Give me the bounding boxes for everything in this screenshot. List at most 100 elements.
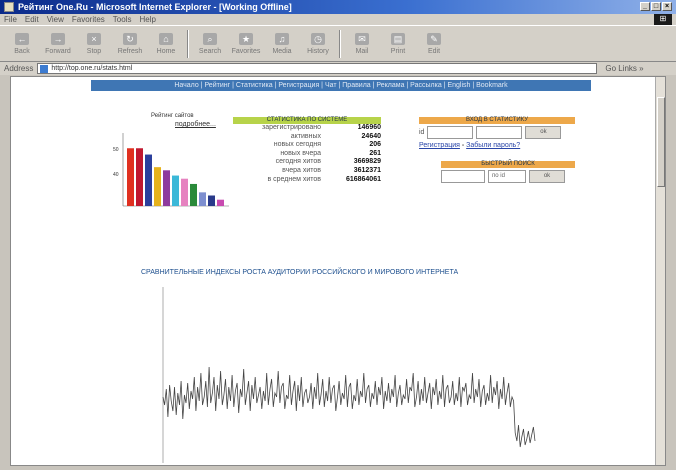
browser-toolbar: ← Back → Forward × Stop ↻ Refresh ⌂ Home ⌕ Sea… <box>0 25 676 62</box>
forward-arrow-icon: → <box>51 32 65 45</box>
menu-edit[interactable]: Edit <box>25 15 39 24</box>
home-label: Home <box>156 47 176 55</box>
mini-chart-title[interactable]: Рейтинг сайтов <box>151 113 194 119</box>
address-label: Address <box>4 64 34 73</box>
login-row: id ok <box>419 126 575 139</box>
home-button[interactable]: ⌂ Home <box>148 28 184 60</box>
forward-button[interactable]: → Forward <box>40 28 76 60</box>
mini-chart-bar <box>217 199 224 206</box>
mini-chart-bar <box>163 170 170 206</box>
history-icon: ◷ <box>311 32 325 45</box>
history-button[interactable]: ◷ History <box>300 28 336 60</box>
quick-search-input[interactable] <box>441 170 485 183</box>
go-button[interactable]: Go Links » <box>605 64 643 73</box>
quick-search-header: БЫСТРЫЙ ПОИСК <box>441 161 575 168</box>
toolbar-separator <box>187 29 189 58</box>
register-link[interactable]: Регистрация <box>419 142 460 149</box>
stats-header: СТАТИСТИКА ПО СИСТЕМЕ <box>233 117 381 124</box>
ie-app-icon <box>4 2 14 12</box>
search-icon: ⌕ <box>203 32 217 45</box>
address-url: http://top.one.ru/stats.html <box>51 65 133 72</box>
stat-value: 3669829 <box>353 158 381 166</box>
window-title: Рейтинг One.Ru - Microsoft Internet Expl… <box>18 2 292 12</box>
close-button[interactable]: × <box>662 2 672 11</box>
window-titlebar: Рейтинг One.Ru - Microsoft Internet Expl… <box>0 0 676 14</box>
refresh-icon: ↻ <box>123 32 137 45</box>
mini-chart-bar <box>136 148 143 206</box>
stat-label: новых вчера <box>280 149 321 157</box>
mini-chart-more-link[interactable]: подробнее... <box>175 121 216 128</box>
print-button[interactable]: ▤ Print <box>380 28 416 60</box>
print-label: Print <box>390 47 406 55</box>
menu-help[interactable]: Help <box>139 15 155 24</box>
login-password-input[interactable] <box>476 126 523 139</box>
quick-search-row: по id ok <box>441 170 575 183</box>
stat-row: новых вчера 261 <box>233 150 381 159</box>
quick-search-button[interactable]: ok <box>529 170 565 183</box>
maximize-button[interactable]: □ <box>651 2 661 11</box>
index-chart-title: СРАВНИТЕЛЬНЫЕ ИНДЕКСЫ РОСТА АУДИТОРИИ РО… <box>141 269 459 276</box>
refresh-button[interactable]: ↻ Refresh <box>112 28 148 60</box>
menu-file[interactable]: File <box>4 15 17 24</box>
mini-chart-bar <box>181 178 188 206</box>
site-navigation[interactable]: Начало | Рейтинг | Статистика | Регистра… <box>91 80 591 91</box>
search-label: Search <box>198 47 222 55</box>
back-button[interactable]: ← Back <box>4 28 40 60</box>
address-bar: Address http://top.one.ru/stats.html Go … <box>0 62 676 75</box>
mini-chart-bar <box>172 175 179 206</box>
vertical-scrollbar[interactable] <box>655 77 665 465</box>
mini-chart-bar <box>127 148 134 206</box>
mini-chart-bar <box>154 167 161 206</box>
stat-label: зарегистрировано <box>262 124 321 131</box>
media-button[interactable]: ♫ Media <box>264 28 300 60</box>
ratings-mini-chart: Рейтинг сайтов подробнее... 50 40 <box>111 103 231 213</box>
edit-label: Edit <box>427 47 441 55</box>
address-input[interactable]: http://top.one.ru/stats.html <box>37 63 598 74</box>
stat-label: сегодня хитов <box>275 158 321 166</box>
stop-label: Stop <box>86 47 102 55</box>
stat-row: новых сегодня 206 <box>233 141 381 150</box>
favorites-button[interactable]: ★ Favorites <box>228 28 264 60</box>
login-id-input[interactable] <box>427 126 474 139</box>
stop-icon: × <box>87 32 101 45</box>
stop-button[interactable]: × Stop <box>76 28 112 60</box>
mini-chart-bar <box>208 195 215 206</box>
mail-icon: ✉ <box>355 32 369 45</box>
stat-value: 24640 <box>361 132 381 140</box>
menu-bar: File Edit View Favorites Tools Help ⊞ <box>0 14 676 25</box>
menu-view[interactable]: View <box>47 15 64 24</box>
scrollbar-thumb[interactable] <box>657 97 665 187</box>
stat-value: 616864061 <box>345 175 381 183</box>
login-id-label: id <box>419 129 425 136</box>
home-icon: ⌂ <box>159 32 173 45</box>
quick-search-select[interactable]: по id <box>488 170 526 183</box>
search-button[interactable]: ⌕ Search <box>192 28 228 60</box>
media-icon: ♫ <box>275 32 289 45</box>
mini-chart-bar <box>190 183 197 206</box>
back-arrow-icon: ← <box>15 32 29 45</box>
stat-row: вчера хитов 3612371 <box>233 167 381 176</box>
mini-chart-ytick-40: 40 <box>113 172 119 178</box>
back-label: Back <box>14 47 30 55</box>
refresh-label: Refresh <box>117 47 143 55</box>
print-icon: ▤ <box>391 32 405 45</box>
system-stats-panel: СТАТИСТИКА ПО СИСТЕМЕ зарегистрировано 14… <box>233 117 381 184</box>
stat-label: в среднем хитов <box>267 175 321 183</box>
stat-row: сегодня хитов 3669829 <box>233 158 381 167</box>
mini-chart-bar <box>199 192 206 206</box>
mail-button[interactable]: ✉ Mail <box>344 28 380 60</box>
edit-button[interactable]: ✎ Edit <box>416 28 452 60</box>
history-label: History <box>307 47 329 55</box>
stat-value: 206 <box>369 141 381 149</box>
login-panel: ВХОД В СТАТИСТИКУ id ok Регистрация - За… <box>419 117 575 149</box>
stat-label: вчера хитов <box>282 166 321 174</box>
menu-favorites[interactable]: Favorites <box>72 15 105 24</box>
stat-label: новых сегодня <box>273 141 321 149</box>
login-submit-button[interactable]: ok <box>525 126 562 139</box>
minimize-button[interactable]: _ <box>640 2 650 11</box>
index-chart-line <box>162 366 536 448</box>
forgot-password-link[interactable]: Забыли пароль? <box>466 142 520 149</box>
login-links: Регистрация - Забыли пароль? <box>419 142 521 149</box>
index-growth-chart <box>162 287 536 463</box>
menu-tools[interactable]: Tools <box>113 15 132 24</box>
